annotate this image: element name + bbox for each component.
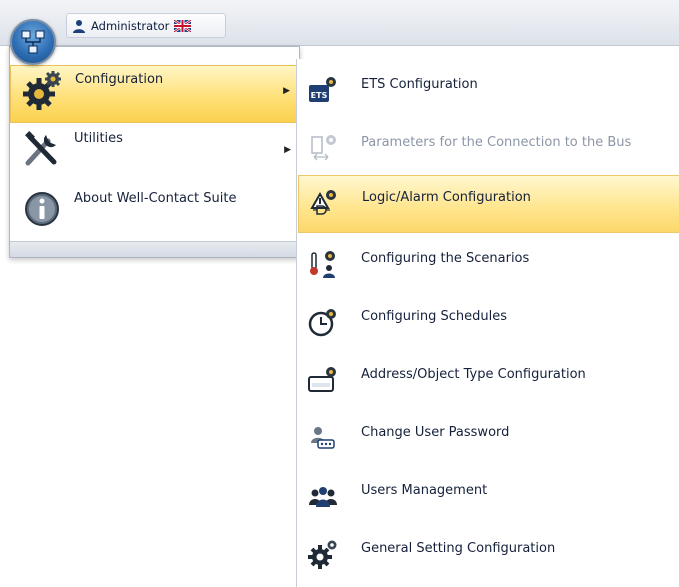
logic-alarm-icon <box>309 188 339 218</box>
user-indicator[interactable]: Administrator <box>66 13 226 38</box>
submenu-item-scenarios[interactable]: Configuring the Scenarios <box>298 233 679 291</box>
submenu-item-general-settings[interactable]: General Setting Configuration <box>298 523 679 581</box>
menu-item-label: Utilities <box>74 131 123 146</box>
submenu-item-logic-alarm[interactable]: Logic/Alarm Configuration <box>298 175 679 233</box>
submenu-item-address-object[interactable]: Address/Object Type Configuration <box>298 349 679 407</box>
submenu-item-change-password[interactable]: Change User Password <box>298 407 679 465</box>
bus-connection-icon <box>308 133 338 163</box>
username-label: Administrator <box>91 18 170 33</box>
general-settings-gear-icon <box>308 539 338 569</box>
title-bar: Administrator <box>0 0 679 46</box>
svg-text:ETS: ETS <box>311 91 328 100</box>
address-object-icon <box>308 365 338 395</box>
menu-item-label: Configuration <box>75 72 164 87</box>
submenu-item-label: Logic/Alarm Configuration <box>362 190 531 205</box>
menu-item-about[interactable]: About Well-Contact Suite <box>10 185 299 243</box>
submenu-item-label: General Setting Configuration <box>361 541 556 556</box>
configuration-submenu: ETS ETS Configuration Parameters for the… <box>296 59 679 587</box>
info-icon <box>22 189 62 229</box>
submenu-item-schedules[interactable]: Configuring Schedules <box>298 291 679 349</box>
submenu-arrow-icon: ▶ <box>284 145 291 155</box>
main-menu-panel: Configuration ▶ Utilities ▶ About Well-C… <box>9 46 300 258</box>
submenu-item-bus-connection[interactable]: Parameters for the Connection to the Bus <box>298 117 679 175</box>
menu-item-label: About Well-Contact Suite <box>74 191 237 206</box>
schedules-clock-icon <box>308 307 338 337</box>
user-icon <box>72 19 86 33</box>
menu-item-utilities[interactable]: Utilities ▶ <box>10 125 299 183</box>
submenu-item-label: Change User Password <box>361 425 510 440</box>
tools-icon <box>22 129 62 169</box>
users-management-icon <box>308 481 338 511</box>
menu-footer-strip <box>10 241 299 257</box>
submenu-item-label: Configuring Schedules <box>361 309 508 324</box>
scenarios-icon <box>308 249 338 279</box>
submenu-item-label: Users Management <box>361 483 488 498</box>
submenu-item-label: ETS Configuration <box>361 77 478 92</box>
user-password-icon <box>308 423 338 453</box>
submenu-item-ets-configuration[interactable]: ETS ETS Configuration <box>298 59 679 117</box>
submenu-item-label: Address/Object Type Configuration <box>361 367 586 382</box>
network-app-icon[interactable] <box>10 19 56 65</box>
gears-icon <box>23 70 63 110</box>
ets-config-icon: ETS <box>308 75 338 105</box>
menu-item-configuration[interactable]: Configuration ▶ <box>10 65 299 123</box>
submenu-item-label: Parameters for the Connection to the Bus <box>361 135 632 150</box>
submenu-item-users-management[interactable]: Users Management <box>298 465 679 523</box>
submenu-item-label: Configuring the Scenarios <box>361 251 530 266</box>
uk-flag-icon[interactable] <box>174 19 192 32</box>
submenu-arrow-icon: ▶ <box>283 86 290 96</box>
